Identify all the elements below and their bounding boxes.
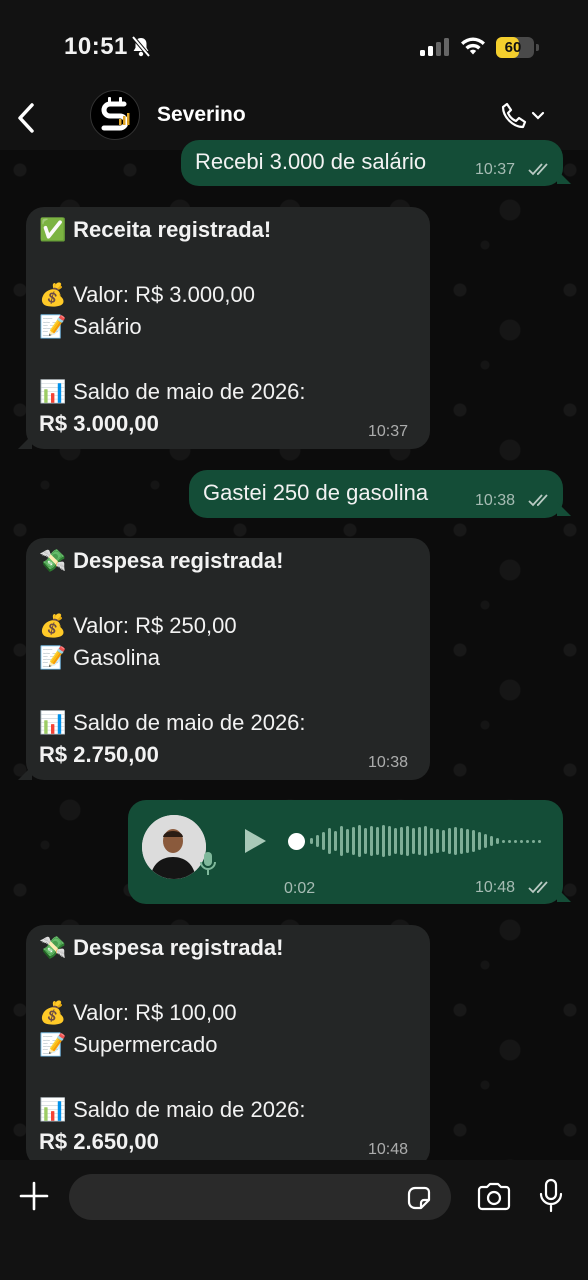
message-value: 💰 Valor: R$ 250,00 (39, 613, 237, 639)
chevron-down-icon (531, 111, 545, 120)
message-title: ✅ Receita registrada! (39, 217, 271, 243)
read-ticks-icon (528, 163, 548, 176)
money-bag-icon: 💰 (39, 283, 67, 308)
message-text: Gastei 250 de gasolina (203, 480, 429, 505)
memo-icon: 📝 (39, 1033, 67, 1058)
message-note: 📝 Salário (39, 314, 142, 340)
cellular-signal-icon (420, 38, 452, 61)
message-title: 💸 Despesa registrada! (39, 548, 283, 574)
sender-avatar (142, 815, 206, 879)
balance-label-text: Saldo de maio de 2026: (73, 1097, 306, 1122)
message-value: 💰 Valor: R$ 3.000,00 (39, 282, 255, 308)
bubble-tail (557, 170, 571, 184)
bar-chart-icon: 📊 (39, 711, 67, 736)
bell-muted-icon (131, 35, 151, 63)
battery-icon: 60 (496, 37, 534, 58)
bar-chart-icon: 📊 (39, 380, 67, 405)
message-title-text: Receita registrada! (73, 217, 272, 242)
message-balance-label: 📊 Saldo de maio de 2026: (39, 710, 306, 736)
phone-icon (501, 102, 527, 129)
message-title-text: Despesa registrada! (73, 548, 284, 573)
message-note-text: Salário (73, 314, 142, 339)
message-time: 10:48 (475, 879, 516, 896)
microphone-icon (200, 852, 216, 875)
message-balance-label: 📊 Saldo de maio de 2026: (39, 379, 306, 405)
back-button[interactable] (8, 96, 44, 140)
person-photo-icon (142, 815, 206, 879)
message-input[interactable] (69, 1174, 451, 1220)
message-title: 💸 Despesa registrada! (39, 935, 283, 961)
message-note: 📝 Supermercado (39, 1032, 217, 1058)
message-value: 💰 Valor: R$ 100,00 (39, 1000, 237, 1026)
message-value-text: Valor: R$ 250,00 (73, 613, 237, 638)
message-time: 10:48 (368, 1141, 409, 1158)
call-button[interactable] (498, 96, 558, 136)
read-ticks-icon (528, 494, 548, 507)
contact-name[interactable]: Severino (157, 103, 246, 127)
battery-percentage: 60 (504, 39, 522, 56)
bar-chart-icon: 📊 (39, 1098, 67, 1123)
message-time: 10:37 (475, 161, 516, 178)
message-value-text: Valor: R$ 3.000,00 (73, 282, 255, 307)
playback-scrubber[interactable] (288, 833, 305, 850)
message-value-text: Valor: R$ 100,00 (73, 1000, 237, 1025)
plus-icon[interactable] (16, 1178, 52, 1214)
bubble-tail (18, 766, 32, 780)
bubble-tail (557, 888, 571, 902)
play-icon[interactable] (240, 826, 270, 856)
sticker-icon[interactable] (405, 1184, 433, 1212)
money-bag-icon: 💰 (39, 614, 67, 639)
money-with-wings-icon: 💸 (39, 936, 67, 961)
message-balance: R$ 2.650,00 (39, 1129, 159, 1154)
status-time: 10:51 (64, 33, 128, 60)
message-note-text: Supermercado (73, 1032, 218, 1057)
message-time: 10:38 (368, 754, 409, 771)
money-bag-icon: 💰 (39, 1001, 67, 1026)
message-time: 10:37 (368, 423, 409, 440)
balance-label-text: Saldo de maio de 2026: (73, 379, 306, 404)
severino-logo-icon (101, 97, 130, 131)
message-title-text: Despesa registrada! (73, 935, 284, 960)
message-note: 📝 Gasolina (39, 645, 160, 671)
wifi-icon (460, 36, 486, 61)
message-note-text: Gasolina (73, 645, 160, 670)
microphone-icon[interactable] (538, 1178, 564, 1214)
camera-icon[interactable] (476, 1182, 512, 1212)
contact-avatar[interactable] (90, 90, 140, 140)
read-ticks-icon (528, 881, 548, 894)
memo-icon: 📝 (39, 315, 67, 340)
status-bar: 10:51 60 (0, 0, 588, 90)
audio-waveform[interactable] (310, 822, 541, 860)
bubble-tail (18, 435, 32, 449)
message-time: 10:38 (475, 492, 516, 509)
message-text: Recebi 3.000 de salário (195, 149, 427, 174)
balance-label-text: Saldo de maio de 2026: (73, 710, 306, 735)
bubble-tail (557, 502, 571, 516)
memo-icon: 📝 (39, 646, 67, 671)
composer-bar (0, 1160, 588, 1280)
money-with-wings-icon: 💸 (39, 549, 67, 574)
check-mark-icon: ✅ (39, 218, 67, 243)
battery-tip (536, 44, 539, 51)
voice-duration: 0:02 (284, 880, 316, 897)
message-balance-label: 📊 Saldo de maio de 2026: (39, 1097, 306, 1123)
chevron-left-icon (18, 103, 34, 133)
message-balance: R$ 3.000,00 (39, 411, 159, 436)
message-balance: R$ 2.750,00 (39, 742, 159, 767)
